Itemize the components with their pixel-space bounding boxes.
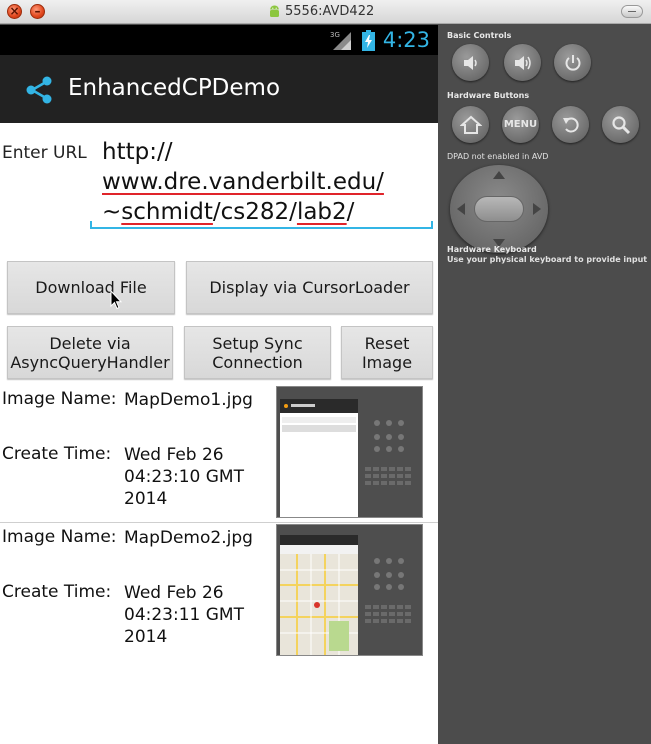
sync-label-line-1: Setup Sync bbox=[212, 333, 303, 353]
battery-icon bbox=[362, 30, 375, 51]
hardware-keyboard-note: Use your physical keyboard to provide in… bbox=[447, 255, 648, 264]
delete-label-line-1: Delete via bbox=[49, 333, 131, 353]
minimize-icon: – bbox=[34, 4, 41, 18]
reset-label-line-2: Image bbox=[361, 352, 413, 372]
create-time-line-3: 2014 bbox=[124, 627, 168, 647]
minimize-button[interactable]: – bbox=[30, 4, 45, 19]
action-bar: EnhancedCPDemo bbox=[0, 55, 438, 123]
close-icon: × bbox=[9, 4, 20, 18]
volume-up-button[interactable] bbox=[504, 44, 541, 81]
create-time-label: Create Time: bbox=[2, 444, 112, 464]
hardware-buttons-heading: Hardware Buttons bbox=[447, 91, 530, 100]
sync-label-line-2: Connection bbox=[212, 352, 303, 372]
emulator-screenshot-icon bbox=[277, 387, 422, 517]
power-button[interactable] bbox=[554, 44, 591, 81]
display-cursorloader-label: Display via CursorLoader bbox=[209, 278, 410, 297]
list-divider bbox=[0, 522, 438, 523]
device-screen: 3G 4:23 EnhancedCPDemo Enter URL http://… bbox=[0, 25, 438, 744]
window-menu-button[interactable] bbox=[621, 5, 643, 18]
reset-label-line-1: Reset bbox=[364, 333, 410, 353]
create-time-line-1: Wed Feb 26 bbox=[124, 583, 224, 603]
home-button[interactable] bbox=[452, 106, 489, 143]
dpad bbox=[450, 165, 548, 253]
create-time-line-1: Wed Feb 26 bbox=[124, 445, 224, 465]
home-icon bbox=[459, 115, 482, 134]
url-line-3d: lab2 bbox=[296, 199, 347, 225]
back-icon bbox=[562, 117, 579, 133]
mouse-cursor-icon bbox=[110, 290, 122, 310]
emulator-controls-panel: Basic Controls Hardware Buttons MENU DPA… bbox=[438, 25, 651, 744]
signal-icon: 3G bbox=[330, 31, 351, 50]
dpad-right-icon bbox=[533, 203, 541, 215]
hardware-keyboard-heading: Hardware Keyboard bbox=[447, 245, 537, 254]
volume-down-button[interactable] bbox=[452, 44, 489, 81]
image-name-value: MapDemo2.jpg bbox=[124, 528, 253, 548]
image-name-label: Image Name: bbox=[2, 527, 117, 547]
url-label: Enter URL bbox=[2, 143, 87, 163]
power-icon bbox=[565, 54, 580, 71]
emulator-window: × – 5556:AVD422 3G 4:23 EnhancedCPDemo E… bbox=[0, 0, 651, 744]
back-button[interactable] bbox=[552, 106, 589, 143]
download-file-label: Download File bbox=[35, 278, 147, 297]
dpad-up-icon bbox=[493, 171, 505, 179]
reset-image-button[interactable]: Reset Image bbox=[341, 326, 433, 379]
status-clock: 4:23 bbox=[382, 28, 430, 52]
create-time-line-3: 2014 bbox=[124, 489, 168, 509]
volume-down-icon bbox=[463, 55, 477, 70]
android-icon bbox=[270, 5, 279, 17]
display-cursorloader-button[interactable]: Display via CursorLoader bbox=[186, 261, 433, 314]
menu-button[interactable]: MENU bbox=[502, 106, 539, 143]
menu-button-label: MENU bbox=[503, 119, 538, 130]
search-icon bbox=[611, 115, 630, 134]
status-bar: 3G 4:23 bbox=[0, 25, 438, 55]
dpad-note: DPAD not enabled in AVD bbox=[447, 152, 548, 161]
close-button[interactable]: × bbox=[7, 4, 22, 19]
create-time-line-2: 04:23:11 GMT bbox=[124, 605, 244, 625]
image-name-label: Image Name: bbox=[2, 389, 117, 409]
create-time-label: Create Time: bbox=[2, 582, 112, 602]
window-title: 5556:AVD422 bbox=[268, 4, 374, 19]
search-button[interactable] bbox=[602, 106, 639, 143]
dpad-note-text: DPAD not enabled in AVD bbox=[447, 152, 549, 161]
map-screenshot-icon bbox=[277, 525, 422, 655]
url-line-3e: / bbox=[346, 199, 355, 225]
window-title-text: 5556:AVD422 bbox=[285, 4, 375, 19]
download-file-button[interactable]: Download File bbox=[7, 261, 175, 314]
delete-asyncqueryhandler-button[interactable]: Delete via AsyncQueryHandler bbox=[7, 326, 173, 379]
url-line-3a: ~ bbox=[102, 199, 122, 225]
url-value: http:// www.dre.vanderbilt.edu/ ~schmidt… bbox=[102, 137, 384, 227]
network-type-label: 3G bbox=[330, 31, 340, 39]
app-title: EnhancedCPDemo bbox=[68, 75, 281, 101]
url-input[interactable]: http:// www.dre.vanderbilt.edu/ ~schmidt… bbox=[90, 133, 433, 229]
share-icon[interactable] bbox=[24, 75, 54, 105]
dpad-center bbox=[474, 196, 524, 222]
image-thumbnail bbox=[276, 524, 423, 656]
url-line-3b: schmidt bbox=[121, 199, 213, 225]
title-bar: × – 5556:AVD422 bbox=[0, 0, 651, 24]
url-line-1: http:// bbox=[102, 139, 173, 165]
create-time-line-2: 04:23:10 GMT bbox=[124, 467, 244, 487]
url-line-3c: /cs282/ bbox=[212, 199, 297, 225]
delete-label-line-2: AsyncQueryHandler bbox=[10, 352, 170, 372]
basic-controls-heading: Basic Controls bbox=[447, 31, 512, 40]
dpad-left-icon bbox=[457, 203, 465, 215]
volume-up-icon bbox=[514, 55, 531, 70]
setup-sync-button[interactable]: Setup Sync Connection bbox=[184, 326, 331, 379]
image-thumbnail bbox=[276, 386, 423, 518]
image-name-value: MapDemo1.jpg bbox=[124, 390, 253, 410]
url-line-2: www.dre.vanderbilt.edu/ bbox=[102, 169, 384, 195]
